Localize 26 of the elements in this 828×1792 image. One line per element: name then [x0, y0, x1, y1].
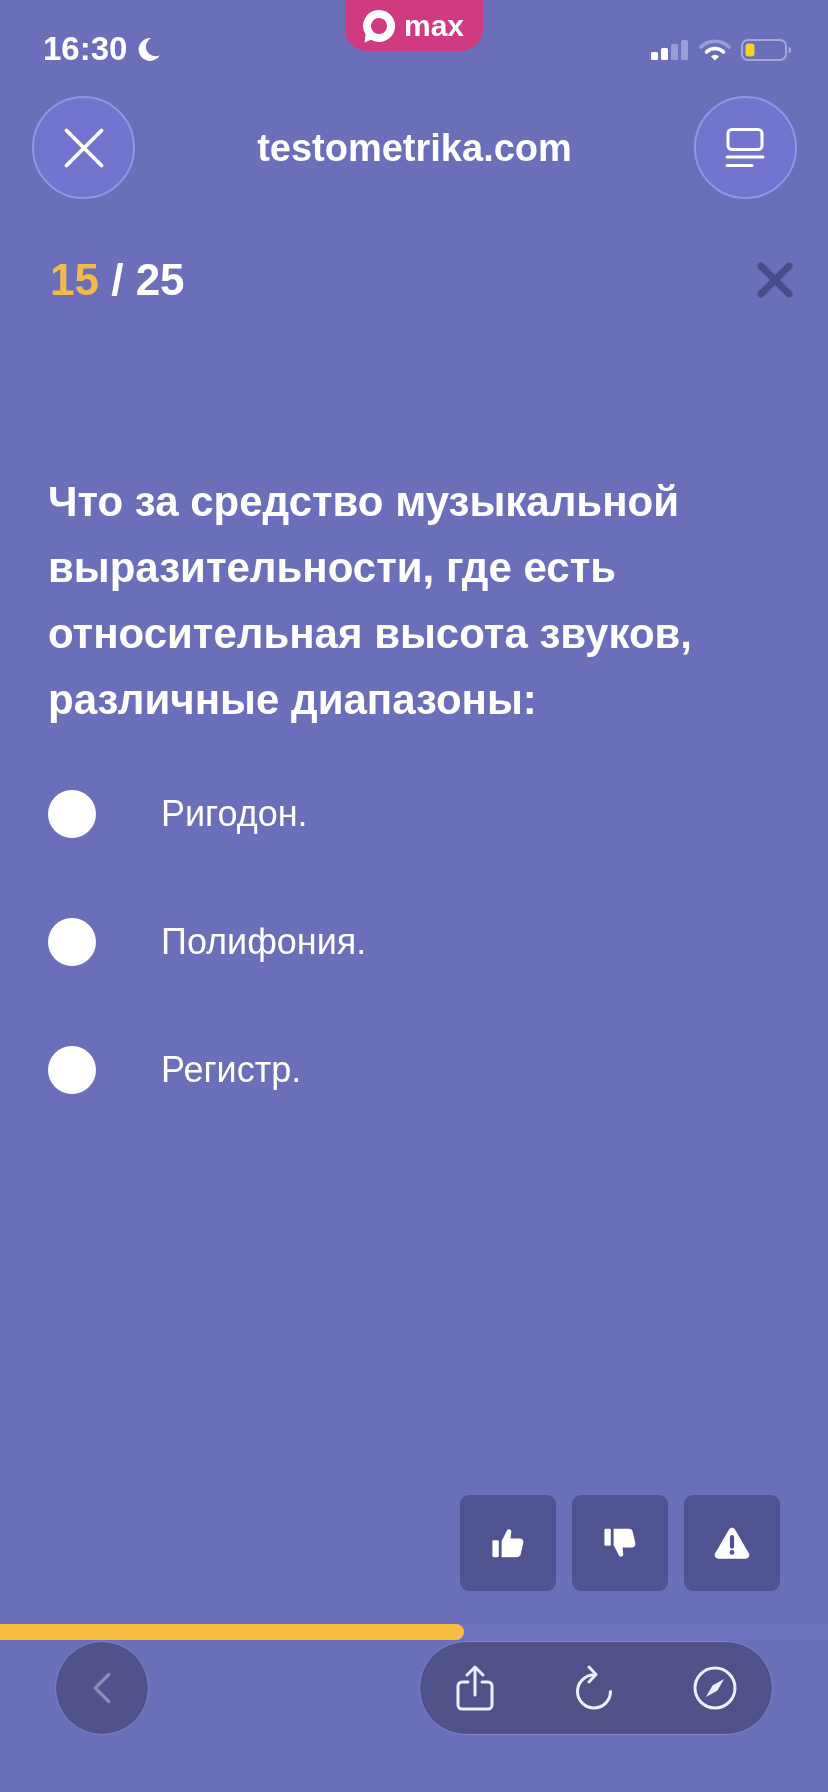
battery-icon [741, 39, 791, 61]
question-text: Что за средство музыкальной выразительности, где есть относительная высота звуков, различные диапазоны: [48, 477, 694, 725]
share-icon[interactable] [456, 1665, 494, 1711]
thumbs-up-icon [490, 1526, 526, 1560]
answer-option[interactable]: Ригодон. [48, 790, 308, 838]
question-counter: 15 / 25 [50, 255, 185, 305]
app-badge[interactable]: max [344, 0, 483, 51]
signal-icon [651, 40, 689, 60]
chat-bubble-icon [361, 8, 396, 43]
thumbs-down-icon [602, 1526, 638, 1560]
reload-icon[interactable] [574, 1665, 613, 1711]
status-time: 16:30 [43, 30, 128, 68]
report-button[interactable] [684, 1495, 780, 1591]
wifi-icon [699, 39, 731, 61]
answer-option[interactable]: Регистр. [48, 1046, 302, 1094]
answer-option[interactable]: Полифония. [48, 918, 367, 966]
dislike-button[interactable] [572, 1495, 668, 1591]
page-title: testometrika.com [257, 125, 572, 171]
compass-icon[interactable] [693, 1666, 737, 1710]
close-icon [62, 126, 105, 169]
moon-icon [136, 36, 162, 62]
like-button[interactable] [460, 1495, 556, 1591]
warning-icon [714, 1526, 750, 1560]
badge-label: max [403, 8, 464, 43]
display-icon [725, 127, 766, 168]
chevron-left-icon [93, 1672, 111, 1704]
